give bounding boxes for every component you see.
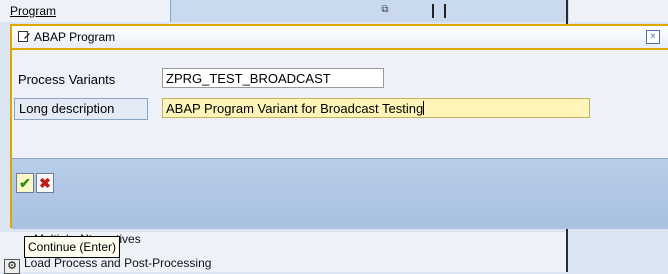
program-edit-icon bbox=[18, 31, 30, 42]
dialog-title: ABAP Program bbox=[34, 30, 116, 44]
long-description-input[interactable]: ABAP Program Variant for Broadcast Testi… bbox=[162, 98, 590, 118]
long-description-value: ABAP Program Variant for Broadcast Testi… bbox=[166, 101, 424, 116]
background-side-panel bbox=[566, 232, 668, 272]
cross-icon: ✖ bbox=[39, 175, 51, 191]
process-variants-row: Process Variants ZPRG_TEST_BROADCAST bbox=[12, 68, 662, 92]
window-restore-icon[interactable]: ⧉ bbox=[378, 4, 392, 16]
process-variants-input[interactable]: ZPRG_TEST_BROADCAST bbox=[162, 68, 384, 88]
continue-tooltip: Continue (Enter) bbox=[24, 236, 121, 258]
close-button[interactable]: × bbox=[646, 30, 660, 44]
dialog-form: Process Variants ZPRG_TEST_BROADCAST Lon… bbox=[12, 50, 668, 158]
long-description-label: Long description bbox=[14, 98, 148, 120]
process-variants-label: Process Variants bbox=[18, 72, 116, 87]
abap-program-dialog: ABAP Program × Process Variants ZPRG_TES… bbox=[10, 24, 668, 229]
tree-item-label: Load Process and Post-Processing bbox=[24, 256, 212, 270]
cancel-button[interactable]: ✖ bbox=[36, 173, 54, 193]
continue-button[interactable]: ✔ bbox=[16, 173, 34, 193]
dialog-button-bar: ✔ ✖ bbox=[12, 158, 668, 229]
background-header-strip bbox=[170, 0, 569, 22]
tree-item-load-process[interactable]: ⚙ Load Process and Post-Processing bbox=[4, 256, 211, 274]
dialog-titlebar[interactable]: ABAP Program × bbox=[12, 26, 668, 50]
column-divider-icon bbox=[432, 4, 446, 18]
close-icon[interactable]: × bbox=[650, 31, 656, 42]
text-cursor bbox=[423, 101, 425, 115]
long-description-row: Long description ABAP Program Variant fo… bbox=[12, 98, 662, 122]
checkmark-icon: ✔ bbox=[19, 175, 31, 191]
background-program-label: Program bbox=[10, 4, 57, 18]
